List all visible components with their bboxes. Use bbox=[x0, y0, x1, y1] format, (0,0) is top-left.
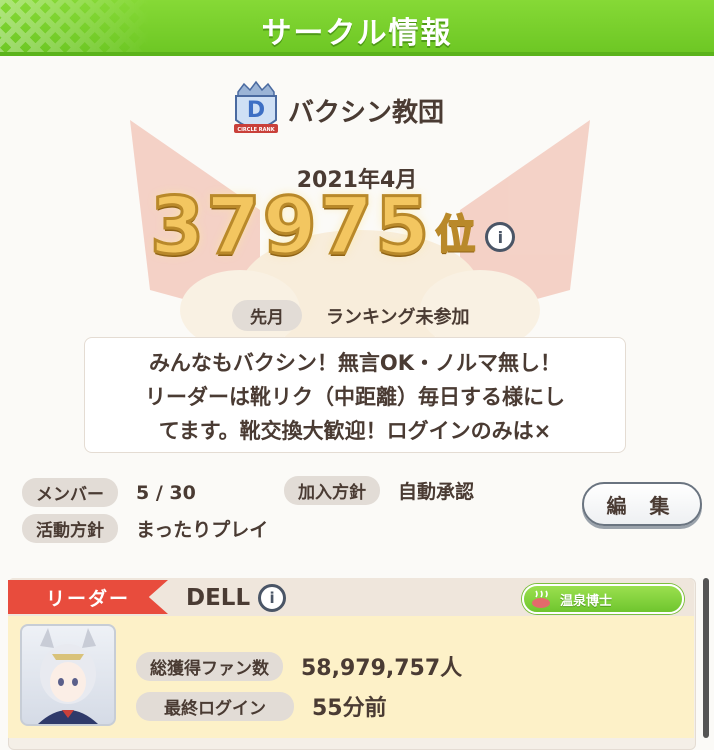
last-month-label: 先月 bbox=[232, 300, 302, 331]
members-label: メンバー bbox=[22, 478, 118, 507]
members-value: 5 / 30 bbox=[136, 481, 196, 504]
last-login-label: 最終ログイン bbox=[136, 691, 294, 721]
activity-policy-row: 活動方針 まったりプレイ bbox=[22, 514, 268, 543]
ranking-info-icon[interactable]: i bbox=[485, 222, 516, 252]
circle-rank-d-icon: D CIRCLE RANK bbox=[234, 80, 278, 133]
leader-info-icon[interactable]: i bbox=[258, 584, 287, 612]
last-login-row: 最終ログイン 55分前 bbox=[136, 690, 387, 722]
message-line: リーダーは靴リク（中距離）毎日する様にし bbox=[145, 385, 565, 409]
page-title: サークル情報 bbox=[261, 16, 453, 51]
header-bar: サークル情報 bbox=[0, 0, 714, 56]
leader-tag: リーダー bbox=[8, 580, 168, 614]
last-login-value: 55分前 bbox=[312, 696, 387, 721]
members-row: メンバー 5 / 30 bbox=[22, 478, 196, 507]
leader-name: DELL bbox=[186, 585, 251, 611]
badge-letter: D bbox=[247, 98, 265, 123]
rank-number: 37975 bbox=[148, 182, 432, 272]
fans-value: 58,979,757人 bbox=[301, 656, 463, 681]
ranking-row: 37975 位 i bbox=[148, 182, 516, 272]
message-line: てます。靴交換大歓迎！ログインのみは× bbox=[158, 419, 552, 443]
leader-avatar[interactable] bbox=[20, 624, 116, 726]
badge-caption: CIRCLE RANK bbox=[237, 127, 275, 133]
fans-label: 総獲得ファン数 bbox=[136, 651, 283, 681]
leader-name-row: DELL i bbox=[186, 584, 287, 612]
leader-title-badge[interactable]: 温泉博士 bbox=[522, 584, 684, 614]
join-policy-row: 加入方針 自動承認 bbox=[284, 476, 474, 505]
join-policy-value: 自動承認 bbox=[398, 481, 475, 503]
onsen-icon bbox=[532, 590, 550, 608]
last-month-value: ランキング未参加 bbox=[326, 306, 470, 328]
rank-unit: 位 bbox=[434, 211, 476, 259]
title-badge-label: 温泉博士 bbox=[560, 593, 613, 609]
circle-name: バクシン教団 bbox=[288, 97, 445, 128]
activity-policy-label: 活動方針 bbox=[22, 514, 118, 543]
circle-name-row: D CIRCLE RANK バクシン教団 bbox=[230, 80, 444, 140]
last-month-row: 先月 ランキング未参加 bbox=[232, 300, 469, 331]
scrollbar[interactable] bbox=[703, 578, 709, 738]
activity-policy-value: まったりプレイ bbox=[136, 519, 269, 541]
message-line: みんなもバクシン！無言OK・ノルマ無し！ bbox=[148, 351, 562, 375]
join-policy-label: 加入方針 bbox=[284, 476, 380, 505]
circle-message: みんなもバクシン！無言OK・ノルマ無し！ リーダーは靴リク（中距離）毎日する様に… bbox=[84, 337, 626, 453]
fans-row: 総獲得ファン数 58,979,757人 bbox=[136, 650, 462, 682]
character-portrait-icon bbox=[38, 628, 98, 724]
edit-button[interactable]: 編 集 bbox=[582, 482, 702, 526]
